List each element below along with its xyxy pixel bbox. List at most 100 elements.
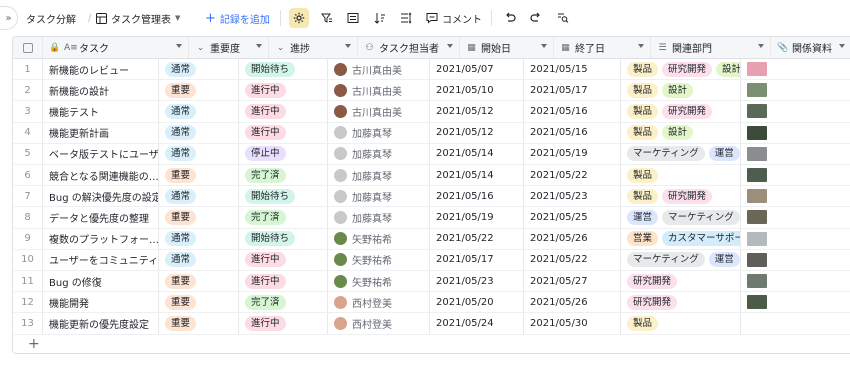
attachment-cell[interactable] [741,229,821,249]
filter-button[interactable] [317,8,337,28]
owner-cell[interactable]: 西村登美 [328,292,430,313]
attachment-thumbnail[interactable] [747,168,767,183]
department-cell[interactable]: マーケティング 運営 [621,143,741,164]
progress-cell[interactable]: 開始待ち [239,228,328,249]
priority-cell[interactable]: 重要 [159,165,239,186]
column-header-attachments[interactable]: 📎 関係資料 [771,37,850,58]
chevron-down-icon[interactable] [176,44,182,48]
table-row[interactable]: 4 機能更新計画 通常 進行中 加藤真琴 2021/05/12 2021/05/16 製品 設計 [13,122,850,144]
progress-cell[interactable]: 進行中 [239,80,328,101]
group-button[interactable] [343,8,363,28]
redo-button[interactable] [526,8,546,28]
column-header-department[interactable]: ☰ 関連部門 [651,37,771,58]
task-cell[interactable]: Bug の修復 [43,271,159,292]
task-cell[interactable]: 機能更新計画 [43,122,159,143]
chevron-down-icon[interactable] [638,44,644,48]
chevron-down-icon[interactable] [541,44,547,48]
department-cell[interactable]: 製品 研究開発 [621,186,741,207]
end-date-cell[interactable]: 2021/05/26 [524,292,621,313]
task-cell[interactable]: 新機能の設計 [43,80,159,101]
owner-cell[interactable]: 西村登美 [328,313,430,334]
table-row[interactable]: 1 新機能のレビュー 通常 開始待ち 古川真由美 2021/05/07 2021/05/15… [13,59,850,81]
attachment-thumbnail[interactable] [747,189,767,204]
start-date-cell[interactable]: 2021/05/07 [430,59,524,80]
department-cell[interactable]: 研究開発 [621,292,741,313]
attachment-cell[interactable] [741,186,821,206]
progress-cell[interactable]: 開始待ち [239,59,328,80]
column-header-task[interactable]: 🔒 A≡ タスク [43,37,189,58]
start-date-cell[interactable]: 2021/05/19 [430,207,524,228]
priority-cell[interactable]: 通常 [159,186,239,207]
table-row[interactable]: 8 データと優先度の整理 重要 完了済 加藤真琴 2021/05/19 2021/05/25… [13,207,850,229]
start-date-cell[interactable]: 2021/05/22 [430,228,524,249]
breadcrumb-root[interactable]: タスク分解 [26,11,76,26]
add-record-button[interactable]: + 記録を追加 [205,0,270,36]
attachment-thumbnail[interactable] [747,210,767,225]
add-row-button[interactable]: + [13,334,850,353]
end-date-cell[interactable]: 2021/05/16 [524,101,621,122]
chevron-down-icon[interactable] [758,44,764,48]
owner-cell[interactable]: 古川真由美 [328,80,430,101]
table-row[interactable]: 9 複数のプラットフォー… 通常 開始待ち 矢野祐希 2021/05/22 2021/05/… [13,228,850,250]
table-row[interactable]: 5 ベータ版テストにユーザ… 通常 停止中 加藤真琴 2021/05/14 2021/05/… [13,143,850,165]
search-button[interactable] [553,8,573,28]
table-row[interactable]: 11 Bug の修復 重要 進行中 矢野祐希 2021/05/23 2021/05/27 研究… [13,271,850,293]
owner-cell[interactable]: 加藤真琴 [328,165,430,186]
priority-cell[interactable]: 通常 [159,101,239,122]
attachment-cell[interactable] [741,144,821,164]
start-date-cell[interactable]: 2021/05/14 [430,165,524,186]
priority-cell[interactable]: 重要 [159,80,239,101]
column-header-end-date[interactable]: ▦ 終了日 [554,37,651,58]
priority-cell[interactable]: 重要 [159,313,239,334]
department-cell[interactable]: 運営 マーケティング [621,207,741,228]
column-header-priority[interactable]: ⌄ 重要度 [189,37,269,58]
task-cell[interactable]: データと優先度の整理 [43,207,159,228]
department-cell[interactable]: 製品 設計 [621,80,741,101]
start-date-cell[interactable]: 2021/05/20 [430,292,524,313]
attachment-cell[interactable] [741,207,821,227]
start-date-cell[interactable]: 2021/05/12 [430,101,524,122]
comment-button[interactable]: コメント [426,0,482,36]
chevron-down-icon[interactable] [447,44,453,48]
attachment-cell[interactable] [741,101,821,121]
priority-cell[interactable]: 通常 [159,228,239,249]
owner-cell[interactable]: 古川真由美 [328,59,430,80]
expand-sidebar-button[interactable]: » [0,6,18,30]
start-date-cell[interactable]: 2021/05/24 [430,313,524,334]
department-cell[interactable]: 営業 カスタマーサポー [621,228,741,249]
attachment-cell[interactable] [741,292,821,312]
settings-button[interactable] [289,8,309,28]
start-date-cell[interactable]: 2021/05/17 [430,249,524,270]
column-header-progress[interactable]: ⌄ 進捗 [269,37,358,58]
end-date-cell[interactable]: 2021/05/15 [524,59,621,80]
attachment-cell[interactable] [741,271,821,291]
attachment-cell[interactable] [741,59,821,79]
attachment-thumbnail[interactable] [747,146,767,161]
select-all-checkbox[interactable] [13,37,43,58]
chevron-down-icon[interactable] [839,44,845,48]
end-date-cell[interactable]: 2021/05/22 [524,249,621,270]
table-row[interactable]: 13 機能更新の優先度設定 重要 進行中 西村登美 2021/05/24 2021/05/3… [13,313,850,335]
task-cell[interactable]: ユーザーをコミュニティ… [43,249,159,270]
attachment-thumbnail[interactable] [747,125,767,140]
progress-cell[interactable]: 進行中 [239,122,328,143]
progress-cell[interactable]: 完了済 [239,165,328,186]
priority-cell[interactable]: 重要 [159,207,239,228]
table-row[interactable]: 6 競合となる関連機能の… 重要 完了済 加藤真琴 2021/05/14 2021/05/2… [13,165,850,187]
attachment-cell[interactable] [741,80,821,100]
end-date-cell[interactable]: 2021/05/25 [524,207,621,228]
department-cell[interactable]: 製品 [621,313,741,334]
table-row[interactable]: 7 Bug の解決優先度の設定 通常 開始待ち 加藤真琴 2021/05/16 2021/0… [13,186,850,208]
owner-cell[interactable]: 加藤真琴 [328,207,430,228]
priority-cell[interactable]: 重要 [159,271,239,292]
progress-cell[interactable]: 進行中 [239,313,328,334]
attachment-thumbnail[interactable] [747,83,767,98]
progress-cell[interactable]: 完了済 [239,292,328,313]
task-cell[interactable]: Bug の解決優先度の設定 [43,186,159,207]
priority-cell[interactable]: 通常 [159,59,239,80]
department-cell[interactable]: 製品 設計 [621,122,741,143]
owner-cell[interactable]: 矢野祐希 [328,271,430,292]
owner-cell[interactable]: 古川真由美 [328,101,430,122]
table-row[interactable]: 3 機能テスト 通常 進行中 古川真由美 2021/05/12 2021/05/16 製品 研究… [13,101,850,123]
chevron-down-icon[interactable] [345,44,351,48]
